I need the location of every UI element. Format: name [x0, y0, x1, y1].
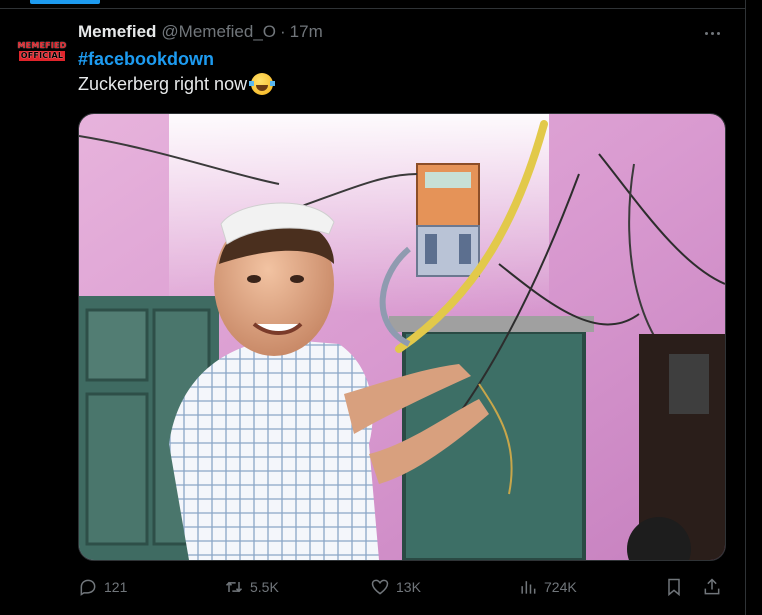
more-options-icon[interactable] [698, 23, 726, 43]
tweet-text: Zuckerberg right now [78, 73, 276, 95]
like-button[interactable]: 13K [370, 575, 421, 599]
share-button[interactable] [702, 575, 722, 599]
reply-icon [80, 579, 96, 596]
like-count: 13K [396, 579, 421, 595]
hashtag-link[interactable]: #facebookdown [78, 49, 214, 70]
bookmark-button[interactable] [664, 575, 684, 599]
bookmark-icon [668, 578, 680, 597]
heart-icon [371, 579, 389, 595]
separator-dot: · [280, 22, 286, 41]
share-icon [704, 578, 720, 595]
tweet[interactable]: MEMEFIED OFFICIAL Memefied @Memefied_O ·… [0, 9, 745, 615]
tweet-text-content: Zuckerberg right now [78, 73, 248, 94]
avatar[interactable]: MEMEFIED OFFICIAL [18, 27, 66, 75]
tweet-header: Memefied @Memefied_O · 17m [78, 21, 323, 43]
avatar-logo-line-1: MEMEFIED [17, 41, 67, 50]
face-with-tears-of-joy-icon [249, 73, 276, 95]
reply-button[interactable]: 121 [78, 575, 127, 599]
photo-illustration [79, 114, 725, 560]
tweet-actions: 121 5.5K 13K 724K [78, 575, 728, 599]
author-name[interactable]: Memefied [78, 22, 156, 42]
tweet-timestamp[interactable]: 17m [290, 22, 323, 42]
tweet-media-image[interactable] [78, 113, 726, 561]
column-border [745, 0, 746, 615]
active-tab-indicator [30, 0, 100, 4]
author-handle[interactable]: @Memefied_O [161, 22, 276, 42]
retweet-button[interactable]: 5.5K [224, 575, 279, 599]
view-count: 724K [544, 579, 577, 595]
retweet-icon [225, 581, 243, 593]
views-chart-icon [521, 581, 536, 594]
views-button[interactable]: 724K [518, 575, 577, 599]
retweet-count: 5.5K [250, 579, 279, 595]
avatar-logo-line-2: OFFICIAL [18, 51, 66, 61]
reply-count: 121 [104, 579, 128, 595]
